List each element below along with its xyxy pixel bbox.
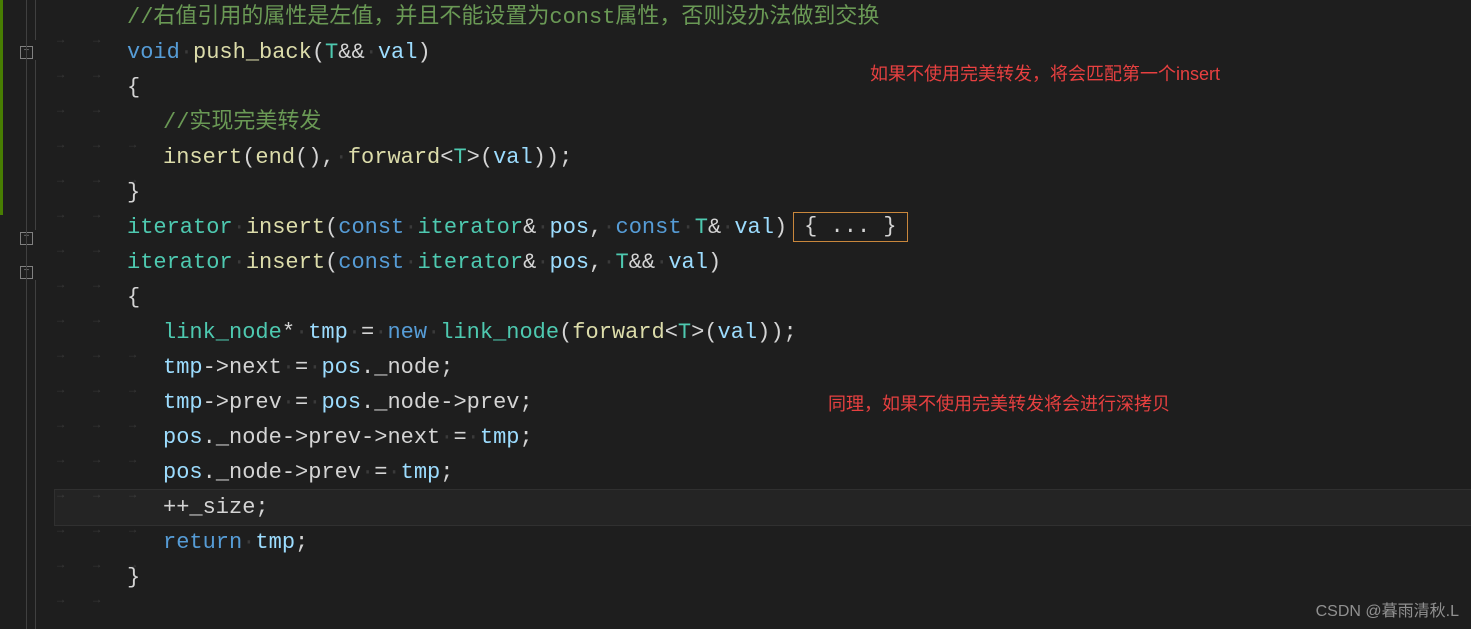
type: link_node	[440, 320, 559, 345]
modified-marker	[0, 0, 3, 215]
brace: }	[127, 180, 140, 205]
code-line[interactable]: void·push_back(T&&·val)	[55, 35, 1471, 70]
fold-guide	[35, 280, 36, 629]
variable: pos	[321, 355, 361, 380]
parameter: val	[668, 250, 708, 275]
type: iterator	[127, 250, 233, 275]
watermark-text: CSDN @暮雨清秋.L	[1316, 597, 1459, 621]
member: prev	[467, 390, 520, 415]
member: _node	[374, 355, 440, 380]
member: _node	[216, 425, 282, 450]
function-name: insert	[246, 250, 325, 275]
function-call: forward	[348, 145, 440, 170]
code-line[interactable]: insert(end(),·forward<T>(val));	[55, 140, 1471, 175]
member: prev	[308, 460, 361, 485]
operator: =	[361, 320, 374, 345]
code-line[interactable]: //右值引用的属性是左值，并且不能设置为const属性，否则没办法做到交换	[55, 0, 1471, 35]
variable: pos	[163, 425, 203, 450]
annotation-text: 如果不使用完美转发，将会匹配第一个insert	[870, 60, 1220, 86]
member: prev	[229, 390, 282, 415]
comment-text: //实现完美转发	[163, 110, 321, 135]
type: T	[695, 215, 708, 240]
member: _node	[216, 460, 282, 485]
keyword: const	[616, 215, 682, 240]
parameter: pos	[550, 215, 590, 240]
type: link_node	[163, 320, 282, 345]
function-call: insert	[163, 145, 242, 170]
type: T	[678, 320, 691, 345]
code-line[interactable]: pos._node->prev->next·=·tmp;	[55, 420, 1471, 455]
code-line[interactable]: return·tmp;	[55, 525, 1471, 560]
function-name: push_back	[193, 40, 312, 65]
member: next	[229, 355, 282, 380]
keyword: const	[338, 250, 404, 275]
parameter: val	[378, 40, 418, 65]
type: T	[616, 250, 629, 275]
fold-guide	[35, 0, 36, 40]
type: T	[453, 145, 466, 170]
type: T	[325, 40, 338, 65]
code-line[interactable]: //实现完美转发	[55, 105, 1471, 140]
keyword: new	[387, 320, 427, 345]
code-line[interactable]: iterator·insert(const·iterator&·pos,·con…	[55, 210, 1471, 245]
fold-guide	[35, 60, 36, 230]
operator: &	[523, 215, 536, 240]
variable: tmp	[163, 355, 203, 380]
editor-gutter: − + −	[0, 0, 40, 629]
type: iterator	[417, 215, 523, 240]
code-editor: − + − //右值引用的属性是左值，并且不能设置为const属性，否则没办法做…	[0, 0, 1471, 629]
keyword: void	[127, 40, 180, 65]
function-call: end	[255, 145, 295, 170]
code-line[interactable]: pos._node->prev·=·tmp;	[55, 455, 1471, 490]
code-line[interactable]: {	[55, 280, 1471, 315]
brace: {	[127, 75, 140, 100]
parameter: val	[718, 320, 758, 345]
member: _node	[374, 390, 440, 415]
parameter: val	[493, 145, 533, 170]
code-line[interactable]: }	[55, 560, 1471, 595]
code-line[interactable]: tmp->next·=·pos._node;	[55, 350, 1471, 385]
variable: pos	[163, 460, 203, 485]
operator: *	[282, 320, 295, 345]
function-call: forward	[572, 320, 664, 345]
variable: tmp	[480, 425, 520, 450]
fold-guide	[26, 0, 27, 629]
variable: pos	[321, 390, 361, 415]
function-name: insert	[246, 215, 325, 240]
code-line[interactable]: link_node*·tmp·=·new·link_node(forward<T…	[55, 315, 1471, 350]
operator: &&	[629, 250, 655, 275]
variable: tmp	[308, 320, 348, 345]
code-line-current[interactable]: ++_size;	[55, 490, 1471, 525]
keyword: const	[338, 215, 404, 240]
code-line[interactable]: tmp->prev·=·pos._node->prev;	[55, 385, 1471, 420]
code-line[interactable]: {	[55, 70, 1471, 105]
brace: {	[127, 285, 140, 310]
variable: tmp	[163, 390, 203, 415]
operator: &&	[338, 40, 364, 65]
member: next	[387, 425, 440, 450]
member: prev	[308, 425, 361, 450]
parameter: val	[734, 215, 774, 240]
brace: }	[127, 565, 140, 590]
operator: &	[708, 215, 721, 240]
folded-code-box[interactable]: { ... }	[793, 212, 907, 242]
variable: tmp	[401, 460, 441, 485]
type: iterator	[417, 250, 523, 275]
comment-text: //右值引用的属性是左值，并且不能设置为const属性，否则没办法做到交换	[127, 5, 879, 30]
variable: _size	[189, 495, 255, 520]
annotation-text: 同理，如果不使用完美转发将会进行深拷贝	[828, 390, 1170, 416]
code-area[interactable]: //右值引用的属性是左值，并且不能设置为const属性，否则没办法做到交换 vo…	[40, 0, 1471, 629]
type: iterator	[127, 215, 233, 240]
operator: &	[523, 250, 536, 275]
keyword: return	[163, 530, 242, 555]
code-line[interactable]: iterator·insert(const·iterator&·pos,·T&&…	[55, 245, 1471, 280]
parameter: pos	[550, 250, 590, 275]
variable: tmp	[255, 530, 295, 555]
code-line[interactable]: }	[55, 175, 1471, 210]
